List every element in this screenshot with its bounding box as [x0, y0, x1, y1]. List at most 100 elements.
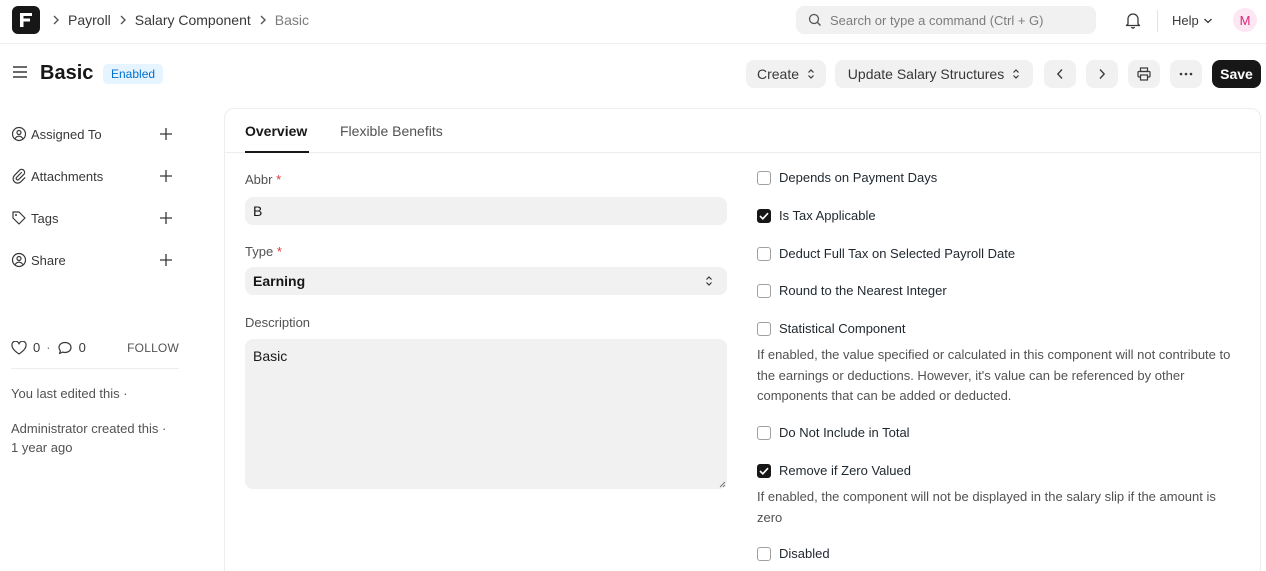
sidebar-item-share[interactable]: Share	[11, 250, 179, 270]
plus-icon[interactable]	[159, 253, 173, 267]
checkbox-label: Round to the Nearest Integer	[779, 283, 947, 298]
abbr-label-text: Abbr	[245, 172, 273, 187]
plus-icon[interactable]	[159, 211, 173, 225]
follow-button[interactable]: FOLLOW	[127, 341, 179, 355]
checkbox-label: Deduct Full Tax on Selected Payroll Date	[779, 246, 1016, 261]
sidebar-divider	[11, 368, 179, 369]
checkbox-label: Disabled	[779, 546, 830, 561]
chevron-down-icon	[1203, 18, 1212, 23]
heart-icon[interactable]	[11, 340, 27, 355]
breadcrumb-payroll[interactable]: Payroll	[68, 12, 111, 28]
checkbox-label: Is Tax Applicable	[779, 208, 876, 223]
abbr-label: Abbr *	[245, 172, 281, 187]
disabled-checkbox[interactable]: Disabled	[757, 546, 830, 561]
search-icon	[808, 13, 821, 26]
checkbox-box[interactable]	[757, 208, 771, 223]
active-tab-indicator	[245, 151, 309, 153]
type-value: Earning	[253, 273, 306, 289]
form-tabs: Overview Flexible Benefits	[225, 109, 1260, 153]
share-icon	[11, 252, 27, 268]
select-arrows-icon	[1013, 69, 1020, 79]
check-icon	[759, 212, 769, 220]
assign-icon	[11, 126, 27, 142]
hamburger-icon	[13, 66, 27, 78]
help-dropdown[interactable]: Help	[1172, 13, 1213, 28]
sidebar-toggle-button[interactable]	[12, 64, 28, 83]
select-arrows-icon	[808, 69, 814, 79]
search-placeholder: Search or type a command (Ctrl + G)	[830, 12, 1044, 28]
paperclip-icon	[12, 168, 26, 184]
chevron-right-icon	[52, 15, 60, 25]
statistical-help-text: If enabled, the value specified or calcu…	[757, 347, 1231, 403]
like-count: 0	[33, 340, 41, 355]
is-tax-applicable-checkbox[interactable]: Is Tax Applicable	[757, 208, 876, 223]
statistical-component-checkbox[interactable]: Statistical Component	[757, 321, 905, 336]
type-select[interactable]: Earning	[245, 267, 727, 295]
chevron-right-icon	[1099, 69, 1106, 79]
navbar-divider	[1157, 10, 1158, 32]
likes-comments-row: 0 · 0 FOLLOW	[11, 340, 179, 355]
checkbox-box[interactable]	[757, 170, 771, 185]
last-edited-text: You last edited this ·	[11, 386, 128, 401]
status-badge: Enabled	[103, 64, 164, 84]
checkbox-box[interactable]	[757, 425, 771, 440]
sidebar-item-label: Assigned To	[31, 126, 102, 142]
printer-icon	[1137, 67, 1151, 81]
checkbox-box[interactable]	[757, 463, 771, 478]
breadcrumb-salary-component[interactable]: Salary Component	[135, 12, 251, 28]
plus-icon[interactable]	[159, 169, 173, 183]
checkbox-label: Remove if Zero Valued	[779, 463, 911, 478]
sidebar-item-assigned-to[interactable]: Assigned To	[11, 124, 179, 144]
dot-separator: ·	[46, 340, 51, 355]
app-logo[interactable]: F	[12, 6, 40, 34]
bell-icon	[1125, 13, 1141, 29]
tag-icon	[12, 211, 26, 225]
zero-valued-help-text: If enabled, the component will not be di…	[757, 489, 1216, 525]
notifications-button[interactable]	[1125, 11, 1141, 32]
checkbox-label: Statistical Component	[779, 321, 906, 336]
deduct-full-tax-checkbox[interactable]: Deduct Full Tax on Selected Payroll Date	[757, 246, 1015, 261]
plus-icon[interactable]	[159, 127, 173, 141]
do-not-include-in-total-checkbox[interactable]: Do Not Include in Total	[757, 425, 910, 440]
checkbox-box[interactable]	[757, 546, 771, 561]
select-arrows-icon	[706, 276, 712, 286]
next-doc-button[interactable]	[1086, 60, 1118, 88]
avatar[interactable]: M	[1233, 8, 1257, 32]
tab-overview[interactable]: Overview	[245, 123, 307, 139]
chevron-right-icon	[119, 15, 127, 25]
update-label: Update Salary Structures	[847, 66, 1005, 82]
description-label: Description	[245, 315, 311, 330]
comment-count: 0	[78, 340, 86, 355]
description-textarea[interactable]: Basic	[245, 339, 727, 489]
search-bar[interactable]: Search or type a command (Ctrl + G)	[796, 6, 1096, 34]
sidebar-item-label: Attachments	[31, 168, 104, 184]
frappe-logo-icon	[20, 13, 32, 27]
type-label-text: Type	[245, 244, 274, 259]
breadcrumb: Payroll Salary Component Basic	[52, 12, 309, 28]
update-salary-structures-button[interactable]: Update Salary Structures	[835, 60, 1033, 88]
round-to-nearest-integer-checkbox[interactable]: Round to the Nearest Integer	[757, 283, 947, 298]
resize-handle-icon[interactable]	[718, 480, 726, 488]
chevron-right-icon	[259, 15, 267, 25]
created-when-text: 1 year ago	[11, 440, 73, 455]
create-button[interactable]: Create	[746, 60, 826, 88]
check-icon	[759, 467, 769, 475]
description-value: Basic	[253, 348, 288, 364]
required-marker: *	[276, 172, 282, 187]
comment-icon[interactable]	[57, 341, 73, 355]
more-actions-button[interactable]	[1170, 60, 1202, 88]
checkbox-box[interactable]	[757, 283, 771, 298]
checkbox-box[interactable]	[757, 321, 771, 336]
top-navbar: F Payroll Salary Component Basic Search …	[0, 0, 1266, 44]
remove-if-zero-valued-checkbox[interactable]: Remove if Zero Valued	[757, 463, 911, 478]
breadcrumb-current[interactable]: Basic	[275, 12, 309, 28]
depends-on-payment-days-checkbox[interactable]: Depends on Payment Days	[757, 170, 937, 185]
tab-flexible-benefits[interactable]: Flexible Benefits	[340, 123, 443, 139]
print-button[interactable]	[1128, 60, 1160, 88]
abbr-input[interactable]: B	[245, 197, 727, 225]
save-button[interactable]: Save	[1212, 60, 1261, 88]
previous-doc-button[interactable]	[1044, 60, 1076, 88]
sidebar-item-tags[interactable]: Tags	[11, 208, 179, 228]
checkbox-box[interactable]	[757, 246, 771, 261]
sidebar-item-attachments[interactable]: Attachments	[11, 166, 179, 186]
